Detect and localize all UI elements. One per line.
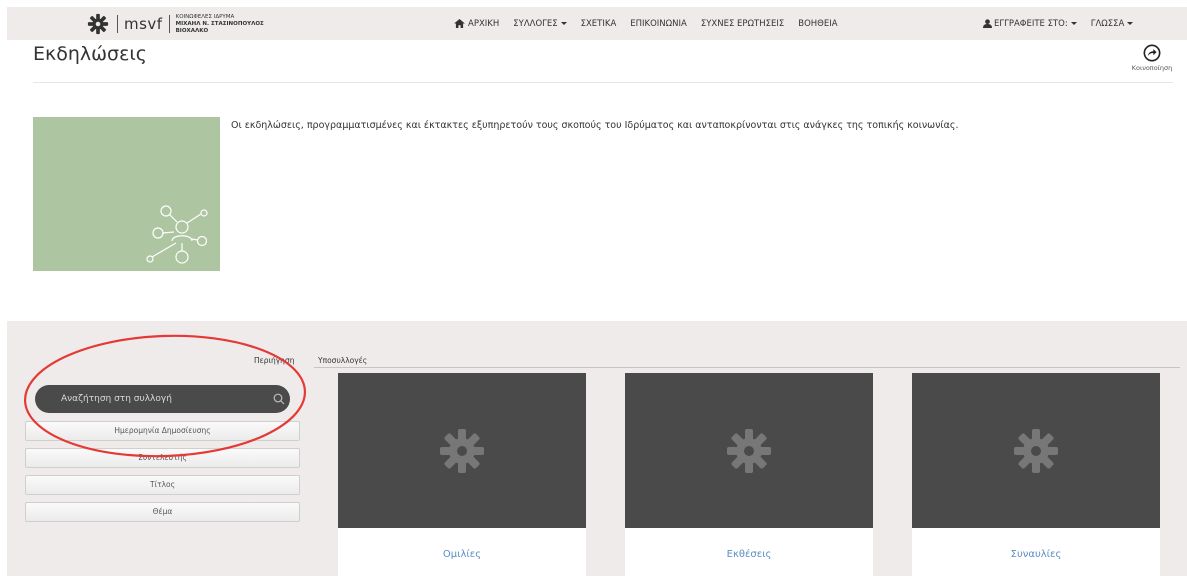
subcollection-card-exhibitions[interactable]: Εκθέσεις [625,373,873,576]
network-people-icon [146,205,208,264]
collection-search-input[interactable] [35,385,290,413]
tab-divider [314,367,1180,368]
top-navbar: msvf ΚΟΙΝΩΦΕΛΕΣ ΙΔΡΥΜΑ ΜΙΧΑΗΛ Ν. ΣΤΑΣΙΝΟ… [7,7,1187,40]
brand-name: msvf [124,15,163,33]
caret-down-icon [560,22,567,25]
menu-item-help[interactable]: ΒΟΗΘΕΙΑ [798,19,837,29]
sort-by-subject-button[interactable]: Θέμα [25,502,300,522]
gear-placeholder-icon [1014,429,1058,473]
menu-item-home[interactable]: ΑΡΧΙΚΗ [454,19,499,29]
caret-down-icon [1070,22,1077,25]
title-divider [33,82,1173,83]
caret-down-icon [1127,22,1134,25]
gear-logo-icon [87,13,109,35]
sort-by-contributor-button[interactable]: Συντελεστής [25,448,300,468]
brand-org-line: ΜΙΧΑΗΛ Ν. ΣΤΑΣΙΝΟΠΟΥΛΟΣ [175,20,264,27]
page-title: Εκδηλώσεις [33,43,147,65]
menu-item-label: ΑΡΧΙΚΗ [468,18,500,29]
brand-divider [168,15,170,33]
tab-browse[interactable]: Περιήγηση [254,356,294,365]
language-label: ΓΛΩΣΣΑ [1090,18,1125,29]
language-dropdown[interactable]: ΓΛΩΣΣΑ [1091,19,1134,29]
menu-item-label: ΣΥΛΛΟΓΕΣ [513,18,558,29]
main-menu: ΑΡΧΙΚΗ ΣΥΛΛΟΓΕΣ ΣΧΕΤΙΚΑ ΕΠΙΚΟΙΝΩΝΙΑ ΣΥΧΝ… [454,7,852,40]
card-title[interactable]: Ομιλίες [338,549,586,560]
brand-divider [117,15,118,33]
menu-item-contact[interactable]: ΕΠΙΚΟΙΝΩΝΙΑ [630,19,687,29]
gear-placeholder-icon [440,429,484,473]
sort-by-title-button[interactable]: Τίτλος [25,475,300,495]
brand-logo[interactable]: msvf ΚΟΙΝΩΦΕΛΕΣ ΙΔΡΥΜΑ ΜΙΧΑΗΛ Ν. ΣΤΑΣΙΝΟ… [87,12,264,36]
brand-org-line: ΚΟΙΝΩΦΕΛΕΣ ΙΔΡΥΜΑ [175,13,235,20]
card-title[interactable]: Συναυλίες [912,549,1160,560]
card-title[interactable]: Εκθέσεις [625,549,873,560]
signin-label: ΕΓΓΡΑΦΕΙΤΕ ΣΤΟ: [994,18,1068,29]
search-icon[interactable] [273,393,285,405]
share-button[interactable]: Κοινοποίηση [1127,44,1177,72]
card-image [338,373,586,528]
signin-dropdown[interactable]: ΕΓΓΡΑΦΕΙΤΕ ΣΤΟ: [983,19,1077,29]
share-label: Κοινοποίηση [1131,64,1173,72]
menu-item-collections[interactable]: ΣΥΛΛΟΓΕΣ [513,18,567,29]
card-image [625,373,873,528]
brand-organization: ΚΟΙΝΩΦΕΛΕΣ ΙΔΡΥΜΑ ΜΙΧΑΗΛ Ν. ΣΤΑΣΙΝΟΠΟΥΛΟ… [176,14,264,35]
menu-item-faq[interactable]: ΣΥΧΝΕΣ ΕΡΩΤΗΣΕΙΣ [701,19,784,29]
user-menu: ΕΓΓΡΑΦΕΙΤΕ ΣΤΟ: ΓΛΩΣΣΑ [983,7,1147,40]
sort-by-publication-date-button[interactable]: Ημερομηνία Δημοσίευσης [25,421,300,441]
menu-item-about[interactable]: ΣΧΕΤΙΚΑ [581,19,617,29]
card-image [912,373,1160,528]
share-arrow-icon [1143,44,1161,62]
tab-subcollections[interactable]: Υποσυλλογές [318,356,367,365]
brand-org-line: ΒΙΟΧΑΛΚΟ [175,27,209,34]
subcollection-card-concerts[interactable]: Συναυλίες [912,373,1160,576]
gear-placeholder-icon [727,429,771,473]
subcollection-card-talks[interactable]: Ομιλίες [338,373,586,576]
home-icon [454,19,465,28]
collection-description: Οι εκδηλώσεις, προγραμματισμένες και έκτ… [231,120,959,131]
user-icon [983,19,992,28]
collection-thumbnail [33,117,220,271]
